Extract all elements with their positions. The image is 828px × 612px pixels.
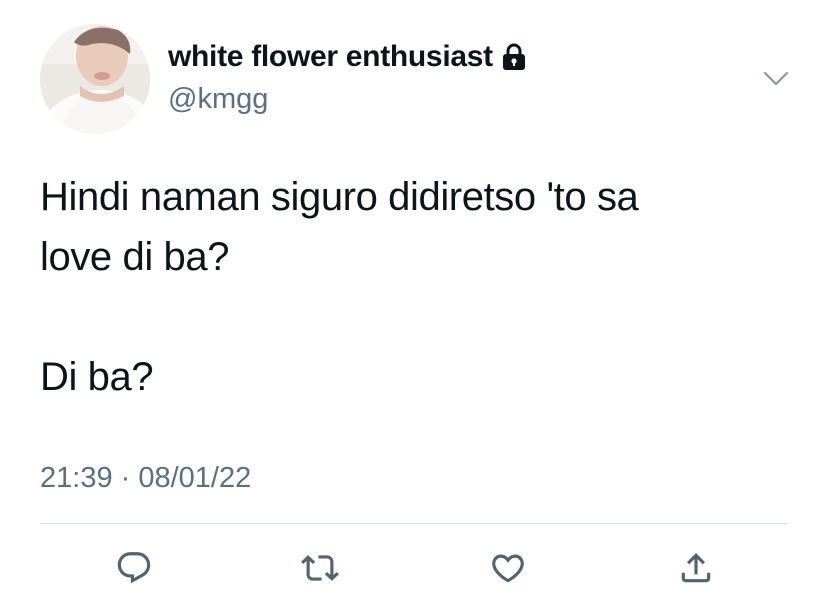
divider [40, 523, 788, 524]
like-button[interactable] [488, 548, 528, 588]
share-button[interactable] [676, 548, 716, 588]
lock-icon [501, 42, 527, 72]
heart-icon [492, 554, 524, 583]
tweet-card: white flower enthusiast @kmgg Hindi nama… [0, 0, 828, 612]
tweet-text-line: love di ba? [40, 235, 230, 279]
tweet-text-line: Hindi naman siguro didiretso 'to sa [40, 175, 639, 219]
avatar[interactable] [40, 24, 150, 134]
avatar-photo [40, 24, 150, 134]
retweet-icon [301, 555, 339, 581]
chevron-down-icon[interactable] [762, 66, 790, 90]
display-name[interactable]: white flower enthusiast [168, 40, 527, 74]
tweet-text: Hindi naman siguro didiretso 'to sa love… [40, 167, 780, 407]
reply-icon [117, 552, 151, 584]
share-icon [681, 553, 711, 583]
reply-button[interactable] [114, 548, 154, 588]
tweet-text-blank-line [40, 287, 780, 347]
display-name-text: white flower enthusiast [168, 40, 493, 73]
tweet-text-line: Di ba? [40, 355, 154, 399]
retweet-button[interactable] [300, 548, 340, 588]
timestamp[interactable]: 21:39 · 08/01/22 [40, 462, 251, 495]
user-handle[interactable]: @kmgg [168, 83, 268, 116]
